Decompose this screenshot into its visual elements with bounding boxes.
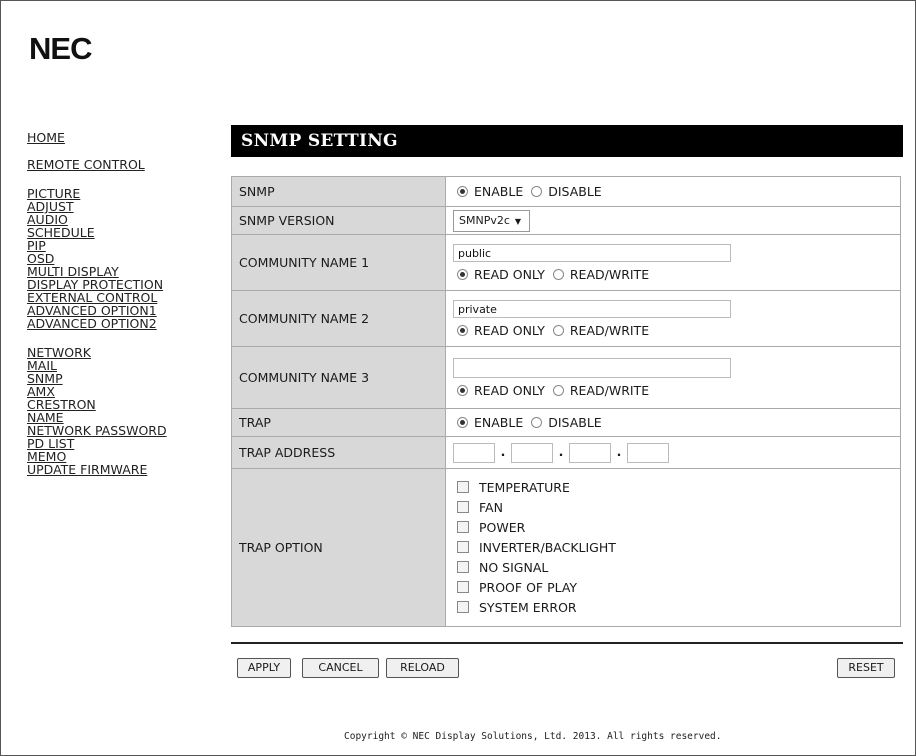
- c3-read-only-radio[interactable]: [457, 384, 468, 396]
- row-community-2: COMMUNITY NAME 2 private READ ONLY READ/…: [231, 290, 901, 347]
- main-content: SNMP SETTING SNMP ENABLE DISABLE SNMP VE…: [231, 125, 903, 684]
- row-label: COMMUNITY NAME 2: [231, 290, 446, 347]
- no-signal-checkbox[interactable]: [457, 560, 469, 573]
- radio-label: READ/WRITE: [569, 266, 650, 282]
- checkbox-label: PROOF OF PLAY: [479, 579, 578, 595]
- trap-option-item: NO SIGNAL: [453, 558, 900, 578]
- row-trap: TRAP ENABLE DISABLE: [231, 408, 901, 437]
- trap-option-item: FAN: [453, 498, 900, 518]
- nav-link-home[interactable]: HOME: [27, 131, 207, 144]
- checkbox-label: POWER: [479, 519, 526, 535]
- row-community-1: COMMUNITY NAME 1 public READ ONLY READ/W…: [231, 234, 901, 291]
- trap-option-item: TEMPERATURE: [453, 478, 900, 498]
- radio-label: ENABLE: [474, 184, 524, 199]
- checkbox-label: SYSTEM ERROR: [479, 599, 577, 615]
- row-label: COMMUNITY NAME 1: [231, 234, 446, 291]
- trap-disable-radio[interactable]: [531, 417, 543, 428]
- radio-label: READ/WRITE: [569, 322, 650, 338]
- trap-option-item: PROOF OF PLAY: [453, 578, 900, 598]
- copyright-text: Copyright © NEC Display Solutions, Ltd. …: [344, 731, 722, 742]
- trap-enable-radio[interactable]: [457, 417, 468, 428]
- trap-address-octet-4[interactable]: [627, 442, 669, 463]
- radio-label: ENABLE: [474, 415, 524, 430]
- row-label: TRAP ADDRESS: [231, 436, 446, 469]
- c3-read-write-radio[interactable]: [552, 384, 564, 396]
- c1-read-only-radio[interactable]: [457, 268, 468, 280]
- trap-address-octet-3[interactable]: [569, 442, 611, 463]
- radio-label: DISABLE: [548, 415, 602, 430]
- page-title: SNMP SETTING: [231, 125, 903, 157]
- checkbox-label: TEMPERATURE: [479, 479, 570, 495]
- snmp-version-select[interactable]: SMNPv2c ▼: [453, 209, 531, 232]
- nav-group-2: PICTURE ADJUST AUDIO SCHEDULE PIP OSD MU…: [27, 187, 207, 330]
- radio-label: READ ONLY: [474, 382, 545, 398]
- row-snmp: SNMP ENABLE DISABLE: [231, 176, 901, 207]
- community-name-2-input[interactable]: private: [453, 299, 731, 318]
- settings-table: SNMP ENABLE DISABLE SNMP VERSION SMNPv2c…: [231, 176, 901, 627]
- nav-link-advanced-option2[interactable]: ADVANCED OPTION2: [27, 317, 207, 330]
- community-name-3-input[interactable]: [453, 357, 731, 378]
- system-error-checkbox[interactable]: [457, 600, 469, 613]
- temperature-checkbox[interactable]: [457, 480, 469, 493]
- nav-link-schedule[interactable]: SCHEDULE: [27, 226, 207, 239]
- c2-read-only-radio[interactable]: [457, 324, 468, 336]
- row-trap-address: TRAP ADDRESS ...: [231, 436, 901, 469]
- snmp-disable-radio[interactable]: [531, 186, 543, 197]
- row-trap-option: TRAP OPTION TEMPERATURE FAN POWER INVERT…: [231, 468, 901, 627]
- nec-logo: NEC: [29, 31, 92, 66]
- radio-label: READ ONLY: [474, 266, 545, 282]
- cancel-button[interactable]: CANCEL: [302, 658, 379, 678]
- c2-read-write-radio[interactable]: [552, 324, 564, 336]
- select-value: SMNPv2c: [459, 213, 510, 227]
- proof-of-play-checkbox[interactable]: [457, 580, 469, 593]
- nav-group-3: NETWORK MAIL SNMP AMX CRESTRON NAME NETW…: [27, 346, 207, 476]
- nav-link-update-firmware[interactable]: UPDATE FIRMWARE: [27, 463, 207, 476]
- trap-option-item: INVERTER/BACKLIGHT: [453, 538, 900, 558]
- trap-address-octet-1[interactable]: [453, 442, 495, 463]
- power-checkbox[interactable]: [457, 520, 469, 533]
- radio-label: READ/WRITE: [569, 382, 650, 398]
- row-community-3: COMMUNITY NAME 3 READ ONLY READ/WRITE: [231, 346, 901, 409]
- nav-link-remote-control[interactable]: REMOTE CONTROL: [27, 158, 207, 171]
- radio-label: READ ONLY: [474, 322, 545, 338]
- snmp-enable-radio[interactable]: [457, 186, 468, 197]
- page-frame: NEC HOME REMOTE CONTROL PICTURE ADJUST A…: [0, 0, 916, 756]
- apply-button[interactable]: APPLY: [237, 658, 291, 678]
- fan-checkbox[interactable]: [457, 500, 469, 513]
- row-snmp-version: SNMP VERSION SMNPv2c ▼: [231, 206, 901, 235]
- reset-button[interactable]: RESET: [837, 658, 895, 678]
- checkbox-label: INVERTER/BACKLIGHT: [479, 539, 616, 555]
- sidebar-nav: HOME REMOTE CONTROL PICTURE ADJUST AUDIO…: [27, 131, 207, 476]
- row-label: TRAP OPTION: [231, 468, 446, 627]
- row-label: SNMP: [231, 176, 446, 207]
- chevron-down-icon: ▼: [514, 216, 522, 226]
- row-label: COMMUNITY NAME 3: [231, 346, 446, 409]
- nav-link-pip[interactable]: PIP: [27, 239, 207, 252]
- button-bar: APPLY CANCEL RELOAD RESET: [231, 642, 903, 684]
- inverter-backlight-checkbox[interactable]: [457, 540, 469, 553]
- c1-read-write-radio[interactable]: [552, 268, 564, 280]
- trap-option-item: SYSTEM ERROR: [453, 598, 900, 618]
- row-label: TRAP: [231, 408, 446, 437]
- community-name-1-input[interactable]: public: [453, 243, 731, 262]
- trap-option-item: POWER: [453, 518, 900, 538]
- checkbox-label: NO SIGNAL: [479, 559, 549, 575]
- nav-group-1: HOME REMOTE CONTROL: [27, 131, 207, 171]
- checkbox-label: FAN: [479, 499, 503, 515]
- reload-button[interactable]: RELOAD: [386, 658, 459, 678]
- trap-address-octet-2[interactable]: [511, 442, 553, 463]
- row-label: SNMP VERSION: [231, 206, 446, 235]
- radio-label: DISABLE: [548, 184, 602, 199]
